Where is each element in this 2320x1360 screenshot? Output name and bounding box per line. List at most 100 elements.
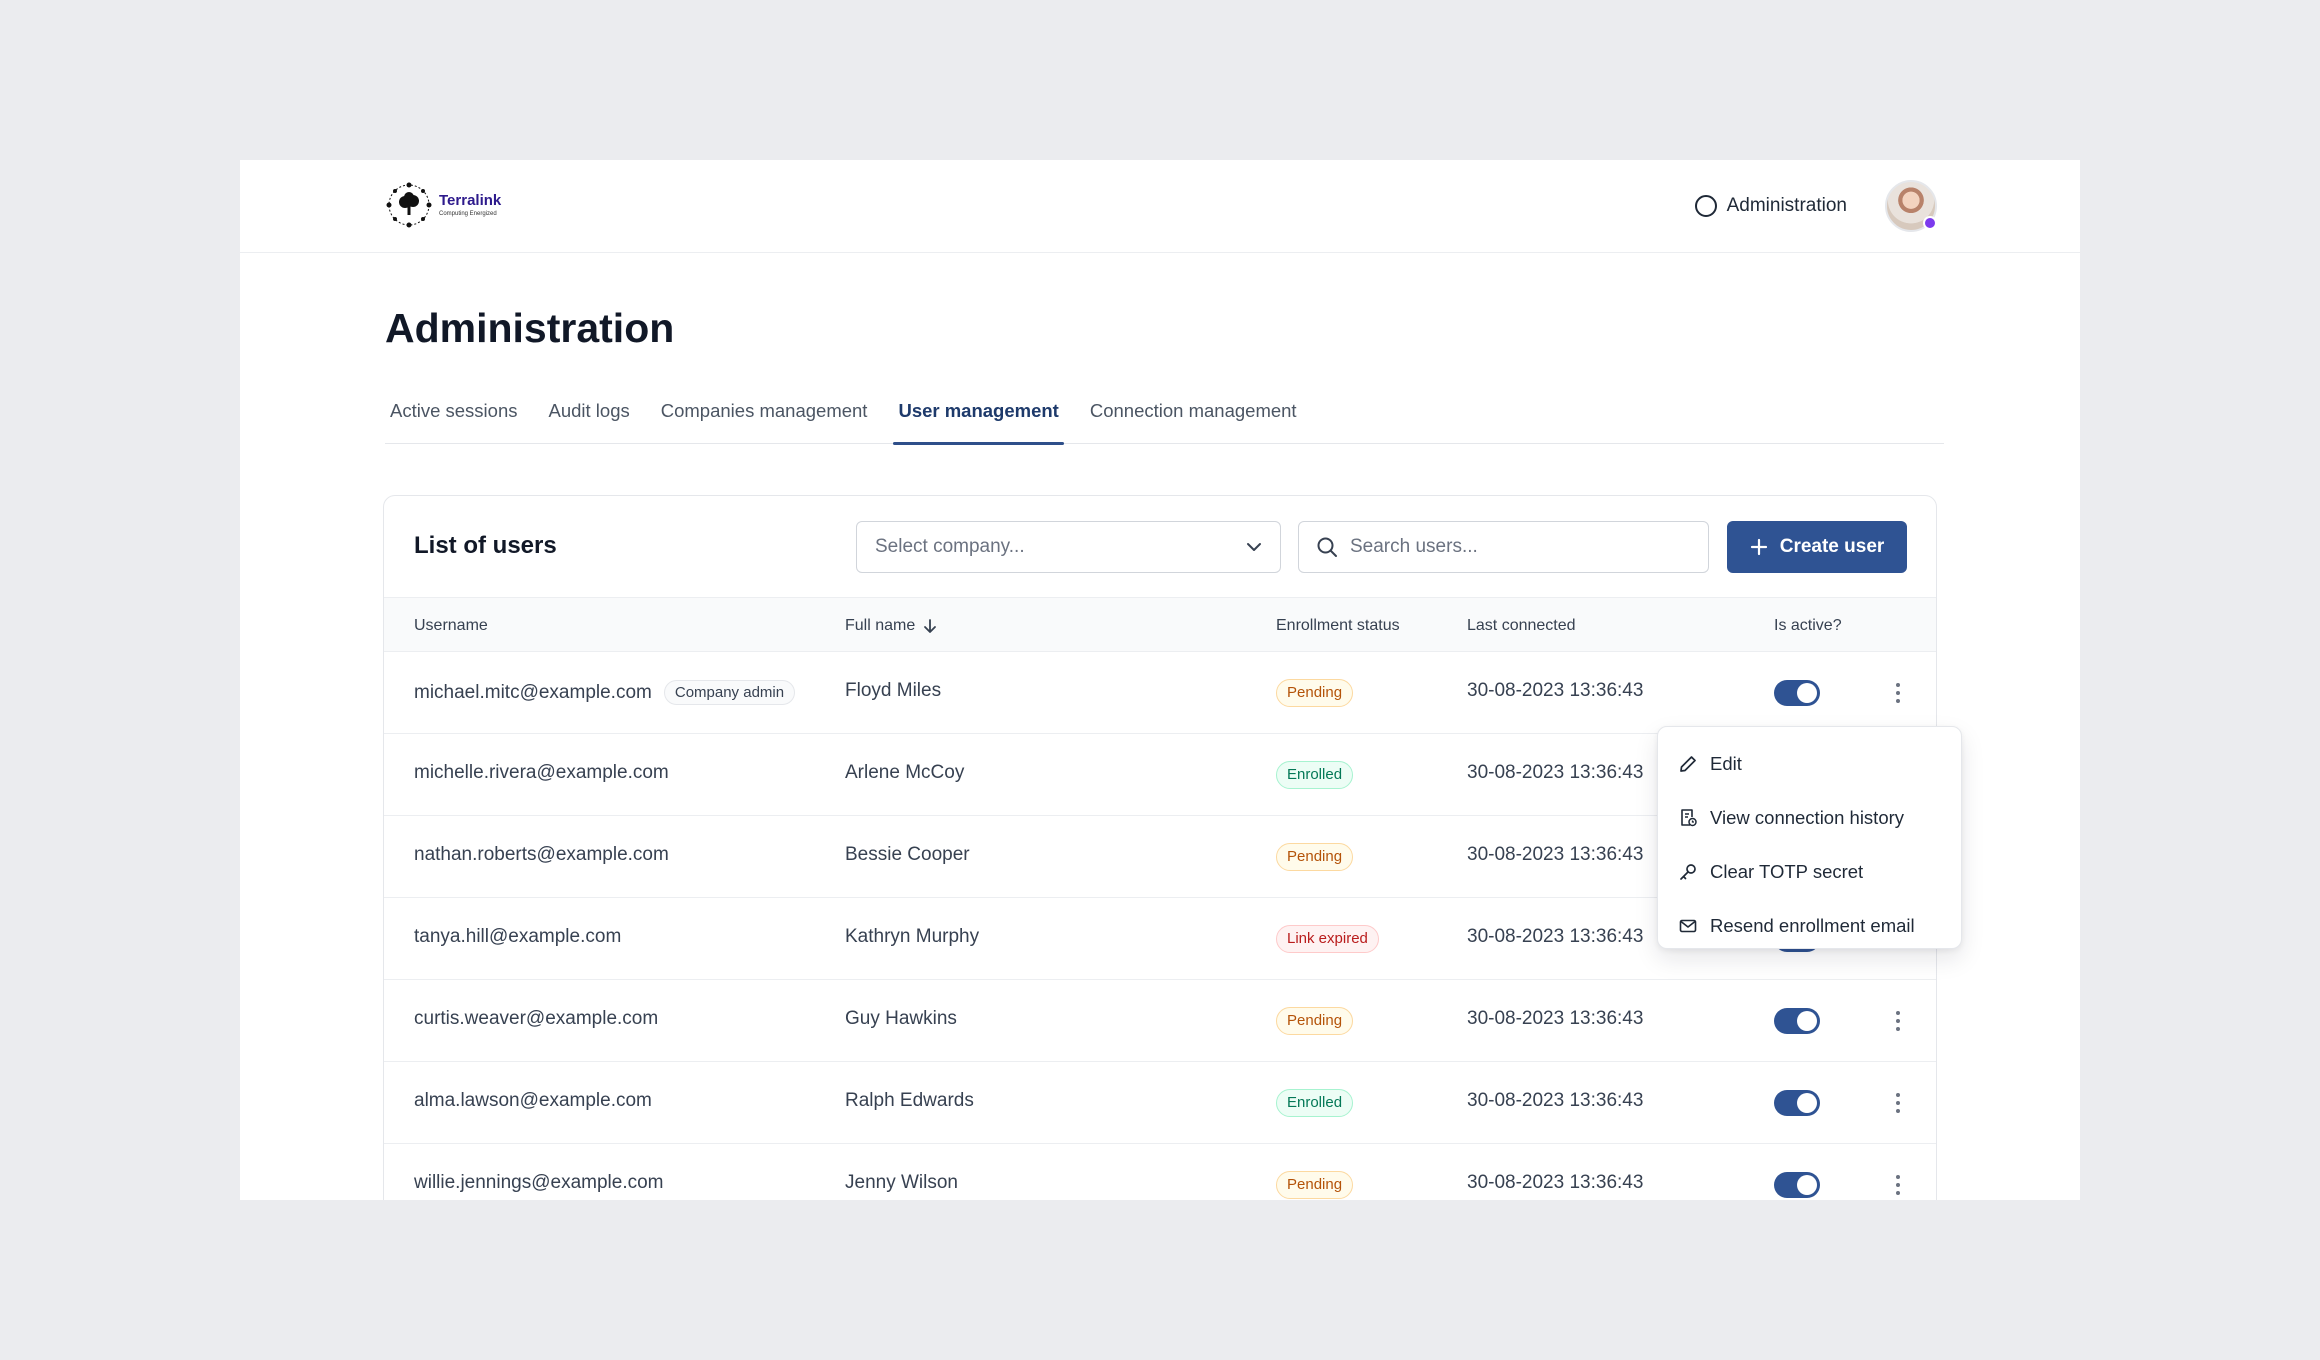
is-active-cell	[1774, 680, 1820, 706]
table-row[interactable]: michael.mitc@example.com Company admin Fl…	[384, 652, 1936, 734]
active-toggle[interactable]	[1774, 1090, 1820, 1116]
enrollment-status-cell: Link expired	[1276, 925, 1379, 953]
tab-connection-management[interactable]: Connection management	[1085, 392, 1302, 444]
toggle-knob	[1797, 1175, 1817, 1195]
role-badge: Company admin	[663, 680, 796, 705]
history-icon	[1681, 809, 1697, 827]
table-header: Username Full name Enrollment status Las…	[384, 597, 1936, 652]
is-active-cell	[1774, 1090, 1820, 1116]
enrollment-status-cell: Pending	[1276, 679, 1354, 707]
username-cell: willie.jennings@example.com	[414, 1172, 664, 1194]
top-bar: Terralink Computing Energized Administra…	[240, 160, 2080, 253]
username-cell: alma.lawson@example.com	[414, 1090, 652, 1112]
toggle-knob	[1797, 1093, 1817, 1113]
last-connected-cell: 30-08-2023 13:36:43	[1467, 844, 1643, 866]
menu-item-resend-enrollment-email[interactable]: Resend enrollment email	[1658, 899, 1961, 953]
status-badge: Pending	[1276, 1007, 1354, 1035]
pencil-icon	[1680, 756, 1696, 772]
last-connected-cell: 30-08-2023 13:36:43	[1467, 1090, 1643, 1112]
tab-user-management[interactable]: User management	[893, 392, 1065, 445]
menu-item-clear-totp-secret[interactable]: Clear TOTP secret	[1658, 845, 1961, 899]
username: curtis.weaver@example.com	[414, 1008, 659, 1029]
page-title: Administration	[385, 305, 675, 351]
brand-tagline: Computing Energized	[439, 211, 497, 217]
column-username-label: Username	[414, 617, 488, 634]
row-actions-cell	[1890, 679, 1906, 707]
status-badge: Enrolled	[1276, 1089, 1354, 1117]
user-avatar[interactable]	[1885, 180, 1937, 232]
row-actions-cell	[1890, 1089, 1906, 1117]
circle-icon	[1694, 195, 1717, 217]
enrollment-status-cell: Pending	[1276, 1171, 1354, 1199]
kebab-menu-icon[interactable]	[1890, 1007, 1906, 1035]
menu-item-view-connection-history[interactable]: View connection history	[1658, 791, 1961, 845]
column-last-connected[interactable]: Last connected	[1467, 617, 1576, 635]
menu-item-edit-label: Edit	[1710, 753, 1742, 774]
column-enrollment-label: Enrollment status	[1276, 617, 1400, 634]
tab-bar: Active sessions Audit logs Companies man…	[385, 392, 1944, 445]
kebab-menu-icon[interactable]	[1890, 1089, 1906, 1117]
tab-active-sessions[interactable]: Active sessions	[385, 392, 523, 444]
active-toggle[interactable]	[1774, 680, 1820, 706]
menu-item-view-connection-history-label: View connection history	[1710, 807, 1905, 828]
kebab-menu-icon[interactable]	[1890, 1171, 1906, 1199]
kebab-menu-icon[interactable]	[1890, 679, 1906, 707]
username: tanya.hill@example.com	[414, 926, 622, 947]
mail-icon	[1679, 919, 1697, 933]
status-badge: Link expired	[1276, 925, 1379, 953]
search-box	[1298, 521, 1709, 573]
full-name-cell: Arlene McCoy	[845, 762, 964, 784]
arrow-down-icon	[924, 619, 937, 633]
administration-link-label: Administration	[1726, 195, 1847, 216]
table-row[interactable]: willie.jennings@example.com Jenny Wilson…	[384, 1144, 1936, 1200]
company-select[interactable]: Select company...	[856, 521, 1281, 573]
enrollment-status-cell: Pending	[1276, 1007, 1354, 1035]
column-enrollment-status[interactable]: Enrollment status	[1276, 617, 1400, 635]
username: michael.mitc@example.com	[414, 681, 652, 703]
table-row[interactable]: curtis.weaver@example.com Guy Hawkins Pe…	[384, 980, 1936, 1062]
active-toggle[interactable]	[1774, 1172, 1820, 1198]
company-select-placeholder: Select company...	[875, 536, 1025, 557]
status-badge: Pending	[1276, 1171, 1354, 1199]
column-username[interactable]: Username	[414, 617, 488, 635]
column-full-name[interactable]: Full name	[845, 617, 937, 635]
column-is-active[interactable]: Is active?	[1774, 617, 1842, 635]
username-cell: tanya.hill@example.com	[414, 926, 621, 948]
status-badge: Pending	[1276, 843, 1354, 871]
enrollment-status-cell: Enrolled	[1276, 761, 1354, 789]
row-actions-menu: Edit View connection history Clear TOTP …	[1657, 726, 1962, 949]
last-connected: 30-08-2023 13:36:43	[1467, 1172, 1644, 1193]
status-badge: Enrolled	[1276, 761, 1354, 789]
is-active-cell	[1774, 1172, 1820, 1198]
enrollment-status-cell: Pending	[1276, 843, 1354, 871]
last-connected-cell: 30-08-2023 13:36:43	[1467, 680, 1643, 702]
column-is-active-label: Is active?	[1774, 617, 1842, 634]
last-connected-cell: 30-08-2023 13:36:43	[1467, 1172, 1643, 1194]
username-cell: nathan.roberts@example.com	[414, 844, 669, 866]
menu-item-edit[interactable]: Edit	[1658, 737, 1961, 791]
username: alma.lawson@example.com	[414, 1090, 652, 1111]
app-window: Terralink Computing Energized Administra…	[240, 160, 2080, 1200]
search-input[interactable]	[1350, 536, 1690, 558]
status-badge: Pending	[1276, 679, 1354, 707]
username-cell: michael.mitc@example.com Company admin	[414, 680, 796, 705]
brand-logo[interactable]: Terralink Computing Energized	[385, 180, 501, 230]
last-connected: 30-08-2023 13:36:43	[1467, 680, 1644, 701]
active-toggle[interactable]	[1774, 1008, 1820, 1034]
tab-audit-logs[interactable]: Audit logs	[544, 392, 635, 444]
last-connected: 30-08-2023 13:36:43	[1467, 1008, 1644, 1029]
administration-link[interactable]: Administration	[1694, 195, 1847, 217]
row-actions-cell	[1890, 1007, 1906, 1035]
full-name: Bessie Cooper	[845, 844, 970, 865]
toggle-knob	[1797, 683, 1817, 703]
table-row[interactable]: alma.lawson@example.com Ralph Edwards En…	[384, 1062, 1936, 1144]
brand-name: Terralink	[439, 192, 502, 209]
create-user-button[interactable]: Create user	[1727, 521, 1907, 573]
key-icon	[1680, 864, 1696, 880]
full-name-cell: Floyd Miles	[845, 680, 941, 702]
card-title: List of users	[414, 532, 557, 559]
card-header: List of users Select company... Create u…	[384, 496, 1936, 597]
username: nathan.roberts@example.com	[414, 844, 669, 865]
username: willie.jennings@example.com	[414, 1172, 664, 1193]
tab-companies-management[interactable]: Companies management	[656, 392, 873, 444]
